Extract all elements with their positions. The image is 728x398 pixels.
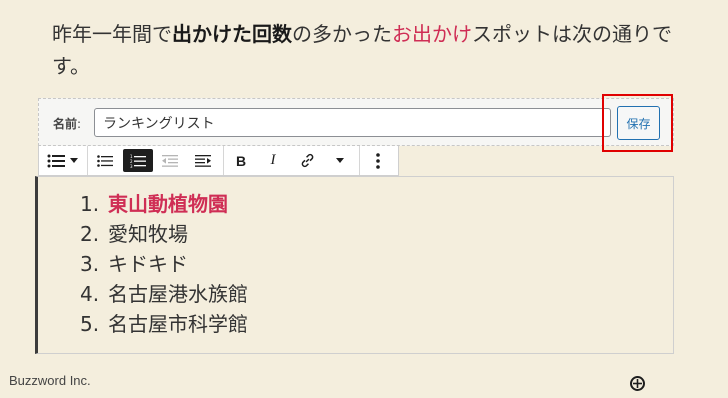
intro-bold-text: 出かけた回数 — [172, 22, 292, 46]
list-item-text: 愛知牧場 — [108, 222, 188, 246]
ranking-list: 1. 東山動植物園 2. 愛知牧場 3. キドキド 4. 名古屋港水族館 5. 名古屋市科… — [80, 189, 248, 339]
save-button[interactable]: 保存 — [617, 106, 660, 140]
more-options-icon[interactable] — [367, 146, 389, 175]
chevron-down-icon[interactable] — [333, 146, 347, 175]
name-label-text: 名前 — [53, 117, 78, 131]
list-name-input[interactable] — [94, 108, 611, 137]
list-item: 5. 名古屋市科学館 — [80, 309, 248, 339]
link-icon[interactable] — [297, 146, 317, 175]
save-list-panel: 名前: 保存 — [38, 98, 674, 146]
list-item-number: 1. — [80, 192, 100, 216]
outdent-icon[interactable] — [158, 146, 182, 175]
list-item: 2. 愛知牧場 — [80, 219, 248, 249]
list-item: 1. 東山動植物園 — [80, 189, 248, 219]
indent-icon[interactable] — [191, 146, 215, 175]
list-item-number: 4. — [80, 282, 100, 306]
ordered-list-block[interactable]: 1. 東山動植物園 2. 愛知牧場 3. キドキド 4. 名古屋港水族館 5. 名古屋市科… — [35, 176, 674, 354]
intro-paragraph: 昨年一年間で出かけた回数の多かったお出かけスポットは次の通りです。 — [52, 18, 672, 82]
brand-logo-text: Buzzword Inc. — [9, 373, 91, 388]
italic-icon[interactable]: I — [263, 146, 283, 175]
name-label: 名前: — [53, 117, 82, 131]
list-icon[interactable] — [45, 146, 67, 175]
list-item: 4. 名古屋港水族館 — [80, 279, 248, 309]
list-item-number: 2. — [80, 222, 100, 246]
list-item-text: 名古屋市科学館 — [108, 312, 248, 336]
list-item-number: 5. — [80, 312, 100, 336]
list-item: 3. キドキド — [80, 249, 248, 279]
intro-accent-text: お出かけ — [392, 22, 472, 46]
chevron-down-icon[interactable] — [68, 146, 80, 175]
block-toolbar: 123 B I — [38, 146, 399, 176]
intro-text-2: の多かった — [292, 22, 392, 46]
intro-text: 昨年一年間で — [52, 22, 172, 46]
bold-icon[interactable]: B — [231, 146, 251, 175]
list-item-text: 東山動植物園 — [108, 192, 228, 216]
list-item-text: 名古屋港水族館 — [108, 282, 248, 306]
svg-text:3: 3 — [130, 164, 133, 168]
list-item-text: キドキド — [108, 252, 188, 276]
ordered-list-icon[interactable]: 123 — [123, 149, 153, 172]
unordered-list-icon[interactable] — [94, 146, 116, 175]
list-item-number: 3. — [80, 252, 100, 276]
add-block-icon[interactable] — [630, 376, 645, 391]
